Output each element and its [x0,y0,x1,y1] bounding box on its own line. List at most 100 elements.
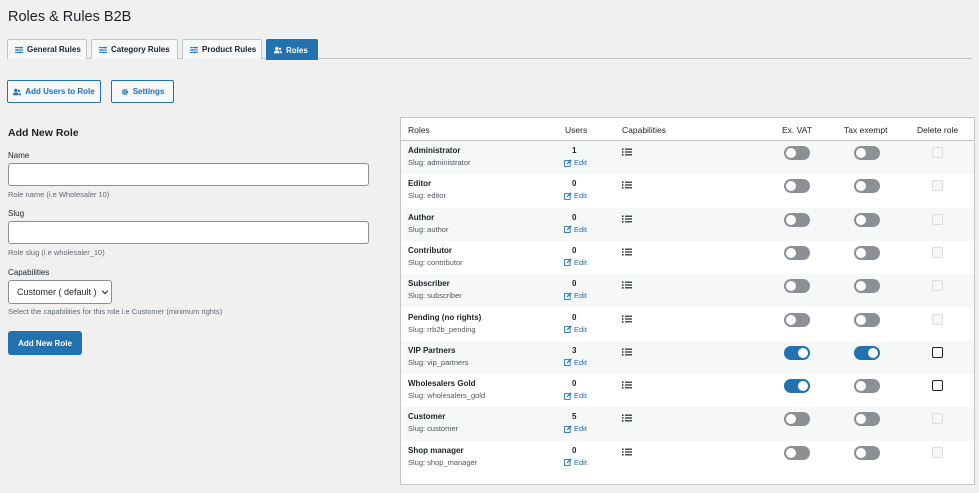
ex-vat-toggle[interactable] [784,179,810,194]
toggle-knob [856,447,866,458]
tax-exempt-toggle[interactable] [854,212,880,227]
ex-vat-toggle[interactable] [784,345,810,360]
list-icon[interactable] [622,448,632,456]
toggle-knob [786,447,796,458]
ex-vat-toggle[interactable] [784,279,810,294]
edit-icon [564,358,572,367]
add-role-form-title: Add New Role [8,127,79,139]
ex-vat-toggle[interactable] [784,245,810,260]
page-title: Roles & Rules B2B [8,9,132,25]
list-icon[interactable] [622,348,632,356]
table-row: Shop manager Slug: shop_manager 0 Edit [401,441,974,474]
toggle-knob [786,214,796,225]
toggle-knob [798,347,808,358]
ex-vat-toggle[interactable] [784,412,810,427]
role-name: Shop manager [408,445,464,455]
tax-exempt-toggle[interactable] [854,245,880,260]
edit-link[interactable]: Edit [564,191,587,200]
list-icon[interactable] [622,248,632,256]
toggle-knob [798,381,808,392]
ex-vat-toggle[interactable] [784,445,810,460]
user-count: 1 [572,146,577,155]
edit-link[interactable]: Edit [564,158,587,167]
sliders-icon [15,46,23,53]
role-name-input[interactable] [8,163,369,186]
tax-exempt-toggle[interactable] [854,345,880,360]
tax-exempt-toggle[interactable] [854,312,880,327]
ex-vat-toggle[interactable] [784,379,810,394]
delete-role-checkbox[interactable] [932,380,943,392]
tax-exempt-toggle[interactable] [854,179,880,194]
list-icon[interactable] [622,281,632,289]
tax-exempt-toggle[interactable] [854,412,880,427]
slug-label: Slug [8,209,25,218]
role-slug: Slug: vip_partners [408,357,469,367]
edit-label: Edit [574,291,587,301]
edit-link[interactable]: Edit [564,424,587,433]
edit-link[interactable]: Edit [564,225,587,234]
tab-category-rules[interactable]: Category Rules [91,39,178,59]
toggle-knob [856,314,866,325]
list-icon[interactable] [622,315,632,323]
list-icon[interactable] [622,148,632,156]
role-slug: Slug: author [408,224,449,234]
edit-icon [564,225,572,233]
user-count: 0 [572,245,577,255]
capabilities-select[interactable]: Customer ( default ) [8,280,112,304]
edit-link[interactable]: Edit [564,291,587,300]
delete-role-checkbox [932,246,943,258]
edit-label: Edit [574,257,587,267]
delete-role-checkbox [932,147,943,158]
settings-label: Settings [132,87,165,96]
tab-label: Roles [286,45,308,55]
edit-label: Edit [574,224,587,234]
tax-exempt-toggle[interactable] [854,379,880,394]
role-slug-input[interactable] [8,221,369,244]
list-icon[interactable] [622,181,632,189]
delete-role-checkbox [932,213,943,225]
edit-icon [564,425,572,433]
table-row: Customer Slug: customer 5 Edit [401,407,974,441]
add-new-role-button[interactable]: Add New Role [8,331,82,355]
column-header-capabilities: Capabilities [622,125,666,135]
tab-label: General Rules [27,45,81,54]
edit-icon [564,258,572,267]
list-icon[interactable] [622,414,632,422]
edit-link[interactable]: Edit [564,258,587,267]
ex-vat-toggle[interactable] [784,312,810,327]
tax-exempt-toggle[interactable] [854,445,880,460]
role-name: VIP Partners [408,345,456,355]
ex-vat-toggle[interactable] [784,146,810,160]
delete-role-checkbox[interactable] [932,346,943,358]
role-slug: Slug: customer [408,424,459,434]
toggle-knob [868,347,878,358]
table-row: Wholesalers Gold Slug: wholesalers_gold 0 E… [401,374,974,407]
add-users-to-role-button[interactable]: Add Users to Role [7,80,101,103]
column-header-users: Users [565,125,588,135]
edit-link[interactable]: Edit [564,325,587,334]
edit-label: Edit [574,391,587,401]
name-label: Name [8,151,30,160]
toggle-knob [786,281,796,292]
settings-button[interactable]: Settings [111,80,174,103]
slug-hint: Role slug (i.e wholesaler_10) [8,248,105,257]
edit-label: Edit [574,424,587,434]
tax-exempt-toggle[interactable] [854,146,880,160]
role-slug: Slug: rrb2b_pending [408,324,476,334]
ex-vat-toggle[interactable] [784,212,810,227]
tab-product-rules[interactable]: Product Rules [182,39,262,59]
role-slug: Slug: contributor [408,257,463,267]
list-icon[interactable] [622,381,632,389]
name-hint: Role name (i.e Wholesaler 10) [8,190,110,199]
tab-general-rules[interactable]: General Rules [7,39,87,59]
tax-exempt-toggle[interactable] [854,279,880,294]
user-count: 5 [572,412,577,422]
edit-link[interactable]: Edit [564,358,587,367]
edit-icon [564,192,572,200]
edit-link[interactable]: Edit [564,391,587,400]
list-icon[interactable] [622,215,632,223]
tab-roles[interactable]: Roles [266,39,318,60]
edit-link[interactable]: Edit [564,458,587,467]
role-name: Administrator [408,146,461,155]
column-header-roles: Roles [408,125,430,135]
